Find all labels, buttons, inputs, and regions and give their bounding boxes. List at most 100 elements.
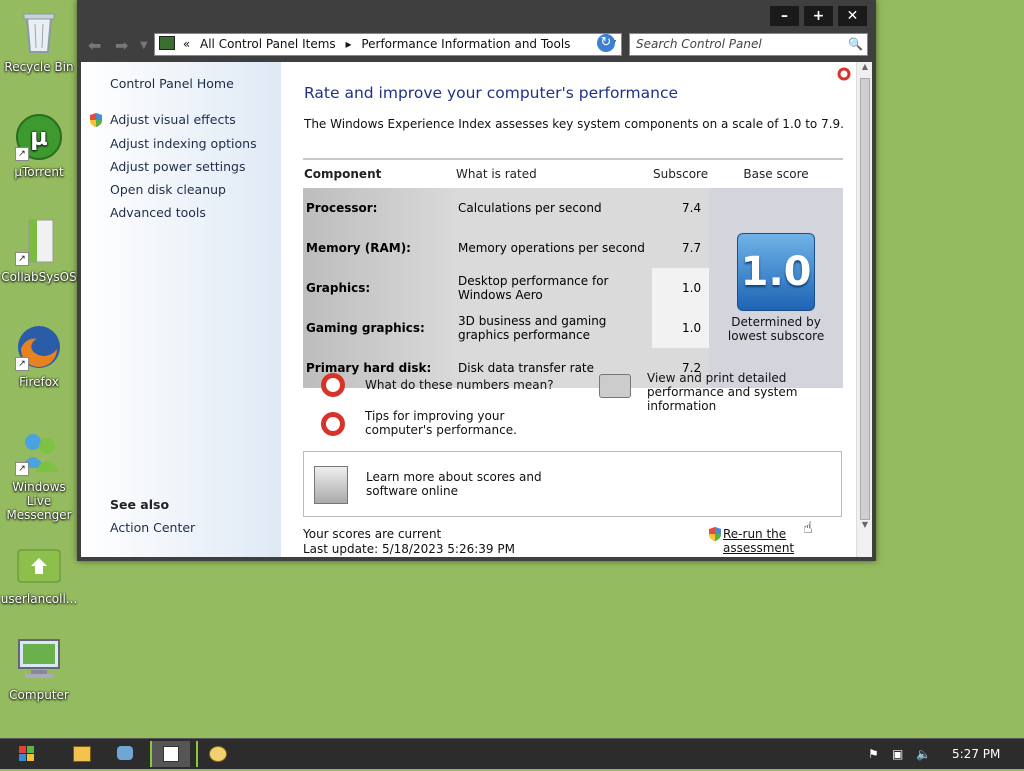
start-button[interactable]: [8, 741, 46, 767]
print-details-link[interactable]: View and print detailed performance and …: [647, 371, 847, 413]
forward-arrow-icon[interactable]: ➡: [115, 36, 128, 55]
vertical-scrollbar[interactable]: ▲ ▼: [856, 62, 872, 557]
desktop-icon-label: userlancoll...: [0, 592, 78, 606]
adjust-power-settings-link[interactable]: Adjust power settings: [110, 159, 246, 174]
address-chevron[interactable]: «: [183, 37, 190, 51]
hand-cursor-icon: ☝: [803, 518, 813, 537]
component-name: Memory (RAM):: [303, 228, 455, 268]
col-header-base-score: Base score: [709, 158, 843, 188]
tips-help-link[interactable]: Tips for improving your computer's perfo…: [365, 409, 575, 437]
adjust-visual-effects-link[interactable]: Adjust visual effects: [110, 112, 236, 127]
page-title: Rate and improve your computer's perform…: [304, 84, 679, 102]
taskbar-explorer-button[interactable]: [62, 741, 100, 767]
shortcut-arrow-icon: ↗: [15, 252, 29, 266]
rated-description: Memory operations per second: [455, 228, 652, 268]
component-name: Processor:: [303, 188, 455, 228]
rated-description: Desktop performance for Windows Aero: [455, 268, 652, 308]
base-score-badge: 1.0: [737, 233, 816, 311]
network-tray-icon[interactable]: ▣: [892, 747, 903, 761]
uac-shield-icon: [707, 526, 723, 546]
numbers-help-link[interactable]: What do these numbers mean?: [365, 378, 554, 392]
search-icon[interactable]: 🔍: [848, 34, 863, 55]
base-score-cell: 1.0 Determined by lowest subscore: [709, 188, 843, 388]
lifebuoy-icon: [321, 373, 345, 397]
col-header-what-rated: What is rated: [455, 158, 652, 188]
svg-text:µ: µ: [30, 123, 48, 151]
scrollbar-thumb[interactable]: [860, 78, 870, 520]
desktop-icon-collabsysos[interactable]: ↗ CollabSysOS: [0, 218, 78, 284]
subscore-value: 7.7: [652, 228, 710, 268]
col-header-component: Component: [303, 158, 455, 188]
task-pane: Control Panel Home Adjust visual effects…: [81, 62, 281, 557]
computer-icon: [15, 636, 63, 684]
desktop-icon-messenger[interactable]: ↗ Windows Live Messenger: [0, 428, 78, 522]
close-button[interactable]: ✕: [838, 6, 867, 26]
firefox-icon: ↗: [15, 323, 63, 371]
action-center-link[interactable]: Action Center: [110, 520, 195, 535]
scroll-up-arrow-icon[interactable]: ▲: [857, 62, 872, 78]
control-panel-window: – + ✕ ⬅ ➡ ▼ « All Control Panel Items ▸ …: [77, 0, 876, 561]
rated-description: 3D business and gaming graphics performa…: [455, 308, 652, 348]
base-score-caption: Determined by lowest subscore: [727, 315, 825, 343]
breadcrumb-current[interactable]: Performance Information and Tools: [361, 37, 570, 51]
clock[interactable]: 5:27 PM: [952, 747, 1000, 761]
learn-more-box: Learn more about scores and software onl…: [303, 451, 842, 517]
open-disk-cleanup-link[interactable]: Open disk cleanup: [110, 182, 226, 197]
control-panel-icon: [159, 36, 175, 50]
rerun-assessment-link[interactable]: Re-run the assessment: [723, 527, 856, 555]
recycle-bin-icon: [15, 8, 63, 56]
col-header-subscore: Subscore: [652, 158, 710, 188]
main-pane: Rate and improve your computer's perform…: [281, 62, 856, 557]
component-name: Graphics:: [303, 268, 455, 308]
breadcrumb-all-items[interactable]: All Control Panel Items: [200, 37, 336, 51]
shortcut-arrow-icon: ↗: [15, 462, 29, 476]
minimize-button[interactable]: –: [770, 6, 799, 26]
scores-status: Your scores are current: [303, 527, 442, 541]
back-arrow-icon[interactable]: ⬅: [88, 36, 101, 55]
desktop-icon-computer[interactable]: Computer: [0, 636, 78, 702]
printer-icon: [599, 374, 631, 398]
desktop-icon-folder[interactable]: userlancoll...: [0, 540, 78, 606]
address-bar[interactable]: « All Control Panel Items ▸ Performance …: [154, 33, 622, 56]
desktop-icon-utorrent[interactable]: µ ↗ µTorrent: [0, 113, 78, 179]
control-panel-icon: [163, 746, 179, 762]
learn-more-link[interactable]: Learn more about scores and software onl…: [366, 470, 546, 498]
taskbar-control-panel-button[interactable]: [150, 741, 190, 767]
search-placeholder: Search Control Panel: [636, 37, 762, 51]
desktop-icon-label: µTorrent: [14, 165, 64, 179]
table-row: Processor: Calculations per second 7.4 1…: [303, 188, 843, 388]
action-center-flag-icon[interactable]: ⚑: [868, 747, 879, 761]
control-panel-home-link[interactable]: Control Panel Home: [110, 76, 234, 91]
desktop-icon-label: Windows Live Messenger: [6, 480, 72, 522]
component-name: Gaming graphics:: [303, 308, 455, 348]
lifebuoy-icon: [321, 412, 345, 436]
desktop-icon-label: Recycle Bin: [4, 60, 74, 74]
messenger-icon: ↗: [15, 428, 63, 476]
taskbar-network-button[interactable]: [106, 741, 144, 767]
subscore-value: 1.0: [652, 308, 710, 348]
recent-pages-chevron-icon[interactable]: ▼: [140, 40, 148, 51]
subscore-value: 7.4: [652, 188, 710, 228]
refresh-icon[interactable]: ↻: [597, 34, 615, 52]
address-row: ⬅ ➡ ▼ « All Control Panel Items ▸ Perfor…: [77, 32, 876, 56]
network-icon: [117, 746, 133, 760]
desktop-icon-label: CollabSysOS: [1, 270, 77, 284]
desktop-icon-recycle-bin[interactable]: Recycle Bin: [0, 8, 78, 74]
windows-logo-icon: [19, 746, 34, 761]
scroll-down-arrow-icon[interactable]: ▼: [857, 520, 872, 536]
software-box-icon: [314, 466, 348, 504]
uac-shield-icon: [88, 112, 104, 132]
desktop-icon-firefox[interactable]: ↗ Firefox: [0, 323, 78, 389]
folder-icon: [15, 540, 63, 588]
adjust-indexing-options-link[interactable]: Adjust indexing options: [110, 136, 257, 151]
utorrent-icon: µ ↗: [15, 113, 63, 161]
search-input[interactable]: Search Control Panel 🔍: [629, 33, 868, 56]
last-update: Last update: 5/18/2023 5:26:39 PM: [303, 542, 515, 556]
help-lifebuoy-icon[interactable]: [837, 66, 851, 85]
advanced-tools-link[interactable]: Advanced tools: [110, 205, 206, 220]
shortcut-arrow-icon: ↗: [15, 357, 29, 371]
taskbar-paint-button[interactable]: [196, 741, 236, 767]
maximize-button[interactable]: +: [804, 6, 833, 26]
desktop-icon-label: Computer: [9, 688, 69, 702]
volume-muted-icon[interactable]: 🔈: [916, 747, 931, 761]
